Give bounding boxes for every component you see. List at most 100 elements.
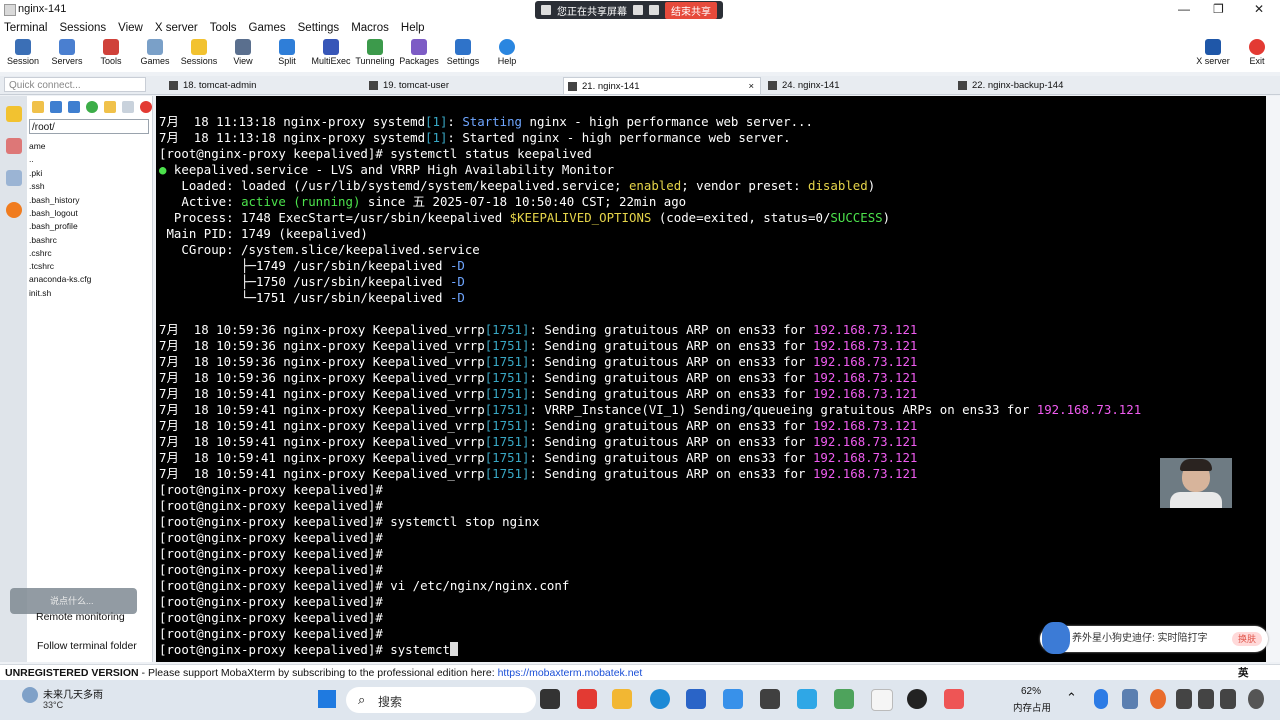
store-icon[interactable] [686, 689, 706, 709]
notification-icon[interactable] [1248, 689, 1264, 709]
tab-nginx-141[interactable]: 24. nginx-141 [764, 77, 954, 94]
enabled-text: enabled [628, 178, 682, 193]
folder-up-icon[interactable] [32, 101, 44, 113]
xserver-button[interactable]: X server [1191, 37, 1235, 66]
file-item[interactable]: .cshrc [29, 248, 52, 258]
packages-button[interactable]: Packages [397, 37, 441, 66]
menu-view[interactable]: View [114, 20, 151, 36]
menu-sessions[interactable]: Sessions [55, 20, 114, 36]
battery-icon[interactable] [1220, 689, 1236, 709]
tab-tomcat-user[interactable]: 19. tomcat-user [365, 77, 562, 94]
toolbar: Session Servers Tools Games Sessions Vie… [0, 36, 1280, 72]
follow-terminal-folder-toggle[interactable]: Follow terminal folder [37, 640, 137, 652]
document-icon[interactable] [633, 5, 643, 15]
send-icon[interactable] [6, 170, 22, 186]
chevron-up-icon[interactable]: ⌃ [1066, 690, 1077, 706]
status-bar: UNREGISTERED VERSION - Please support Mo… [0, 664, 1280, 681]
minimize-button[interactable]: — [1178, 2, 1190, 16]
split-button[interactable]: Split [265, 37, 309, 66]
tunneling-button[interactable]: Tunneling [353, 37, 397, 66]
edge-icon[interactable] [650, 689, 670, 709]
quick-connect-input[interactable]: Quick connect... [4, 77, 146, 92]
download-icon[interactable] [50, 101, 62, 113]
session-button[interactable]: Session [1, 37, 45, 66]
close-button[interactable]: ✕ [1254, 2, 1264, 16]
tools-button[interactable]: Tools [89, 37, 133, 66]
refresh-icon[interactable] [86, 101, 98, 113]
mobaxterm-link[interactable]: https://mobaxterm.mobatek.net [498, 667, 643, 679]
file-item[interactable]: .bash_profile [29, 221, 78, 231]
notepad-icon[interactable] [834, 689, 854, 709]
file-item[interactable]: .bash_logout [29, 208, 78, 218]
typora-icon[interactable] [871, 689, 893, 711]
microphone-icon[interactable] [1094, 689, 1108, 709]
end-share-button[interactable]: 结束共享 [665, 1, 717, 19]
sftp-icon[interactable] [6, 202, 22, 218]
file-header-name[interactable]: ame [29, 141, 46, 151]
menu-help[interactable]: Help [397, 20, 433, 36]
delete-icon[interactable] [140, 101, 152, 113]
weather-title[interactable]: 未来几天多雨 [43, 686, 103, 701]
network-icon[interactable] [1176, 689, 1192, 709]
view-button[interactable]: View [221, 37, 265, 66]
windows-start-icon[interactable] [318, 690, 336, 708]
weather-icon[interactable] [22, 687, 38, 703]
menu-terminal[interactable]: Terminal [0, 20, 55, 36]
terminal-line: [root@nginx-proxy keepalived]# systemct [159, 642, 458, 658]
menu-games[interactable]: Games [245, 20, 294, 36]
help-button[interactable]: Help [485, 37, 529, 66]
servers-button[interactable]: Servers [45, 37, 89, 66]
file-item[interactable]: anaconda-ks.cfg [29, 274, 91, 284]
mobaxterm-taskbar-icon[interactable] [760, 689, 780, 709]
qq-icon[interactable] [907, 689, 927, 709]
settings-button[interactable]: Settings [441, 37, 485, 66]
current-command-input[interactable]: systemct [383, 642, 450, 657]
ime-indicator[interactable]: 英 [1238, 665, 1249, 681]
terminal-pane[interactable]: 7月 18 11:13:18 nginx-proxy systemd[1]: S… [156, 96, 1266, 662]
multiexec-button[interactable]: MultiExec [309, 37, 353, 66]
session-icon [15, 39, 31, 55]
tray-app-icon[interactable] [1150, 689, 1166, 709]
file-item[interactable]: .bash_history [29, 195, 80, 205]
remote-monitoring-toggle[interactable]: Remote monitoring [36, 611, 125, 623]
log-pid: [1751] [484, 434, 530, 449]
terminal-line: [root@nginx-proxy keepalived]# [159, 562, 383, 577]
tab-nginx-141-active[interactable]: 21. nginx-141 × [563, 77, 761, 94]
file-item[interactable]: .bashrc [29, 235, 57, 245]
volume-icon[interactable] [1198, 689, 1214, 709]
photos-icon[interactable] [723, 689, 743, 709]
maximize-button[interactable]: ❐ [1213, 2, 1224, 16]
terminal-scrollbar[interactable] [1266, 96, 1280, 662]
menu-macros[interactable]: Macros [347, 20, 397, 36]
file-item[interactable]: .ssh [29, 181, 45, 191]
bluetooth-icon[interactable] [1122, 689, 1138, 709]
games-button[interactable]: Games [133, 37, 177, 66]
meeting-icon[interactable] [797, 689, 817, 709]
file-explorer-icon[interactable] [612, 689, 632, 709]
app-icon[interactable] [944, 689, 964, 709]
sessions-button[interactable]: Sessions [177, 37, 221, 66]
sftp-path-input[interactable]: /root/ [29, 119, 149, 134]
file-item[interactable]: .tcshrc [29, 261, 54, 271]
taskbar-search-box[interactable]: ⌕ 搜索 [346, 687, 536, 713]
exit-button[interactable]: Exit [1235, 37, 1279, 66]
new-file-icon[interactable] [122, 101, 134, 113]
log-text: : Sending gratuitous ARP on ens33 for [529, 370, 813, 385]
menu-tools[interactable]: Tools [206, 20, 245, 36]
tab-tomcat-admin[interactable]: 18. tomcat-admin [165, 77, 365, 94]
tab-close-icon[interactable]: × [748, 78, 754, 95]
file-item[interactable]: init.sh [29, 288, 51, 298]
menu-xserver[interactable]: X server [151, 20, 206, 36]
tab-nginx-backup-144[interactable]: 22. nginx-backup-144 [954, 77, 1154, 94]
skin-button[interactable]: 换肤 [1231, 632, 1262, 646]
file-item[interactable]: .pki [29, 168, 42, 178]
file-item[interactable]: .. [29, 154, 34, 164]
task-view-icon[interactable] [540, 689, 560, 709]
wps-icon[interactable] [577, 689, 597, 709]
menu-settings[interactable]: Settings [294, 20, 348, 36]
whiteboard-icon[interactable] [649, 5, 659, 15]
upload-icon[interactable] [68, 101, 80, 113]
new-folder-icon[interactable] [104, 101, 116, 113]
tools-icon[interactable] [6, 138, 22, 154]
star-icon[interactable] [6, 106, 22, 122]
